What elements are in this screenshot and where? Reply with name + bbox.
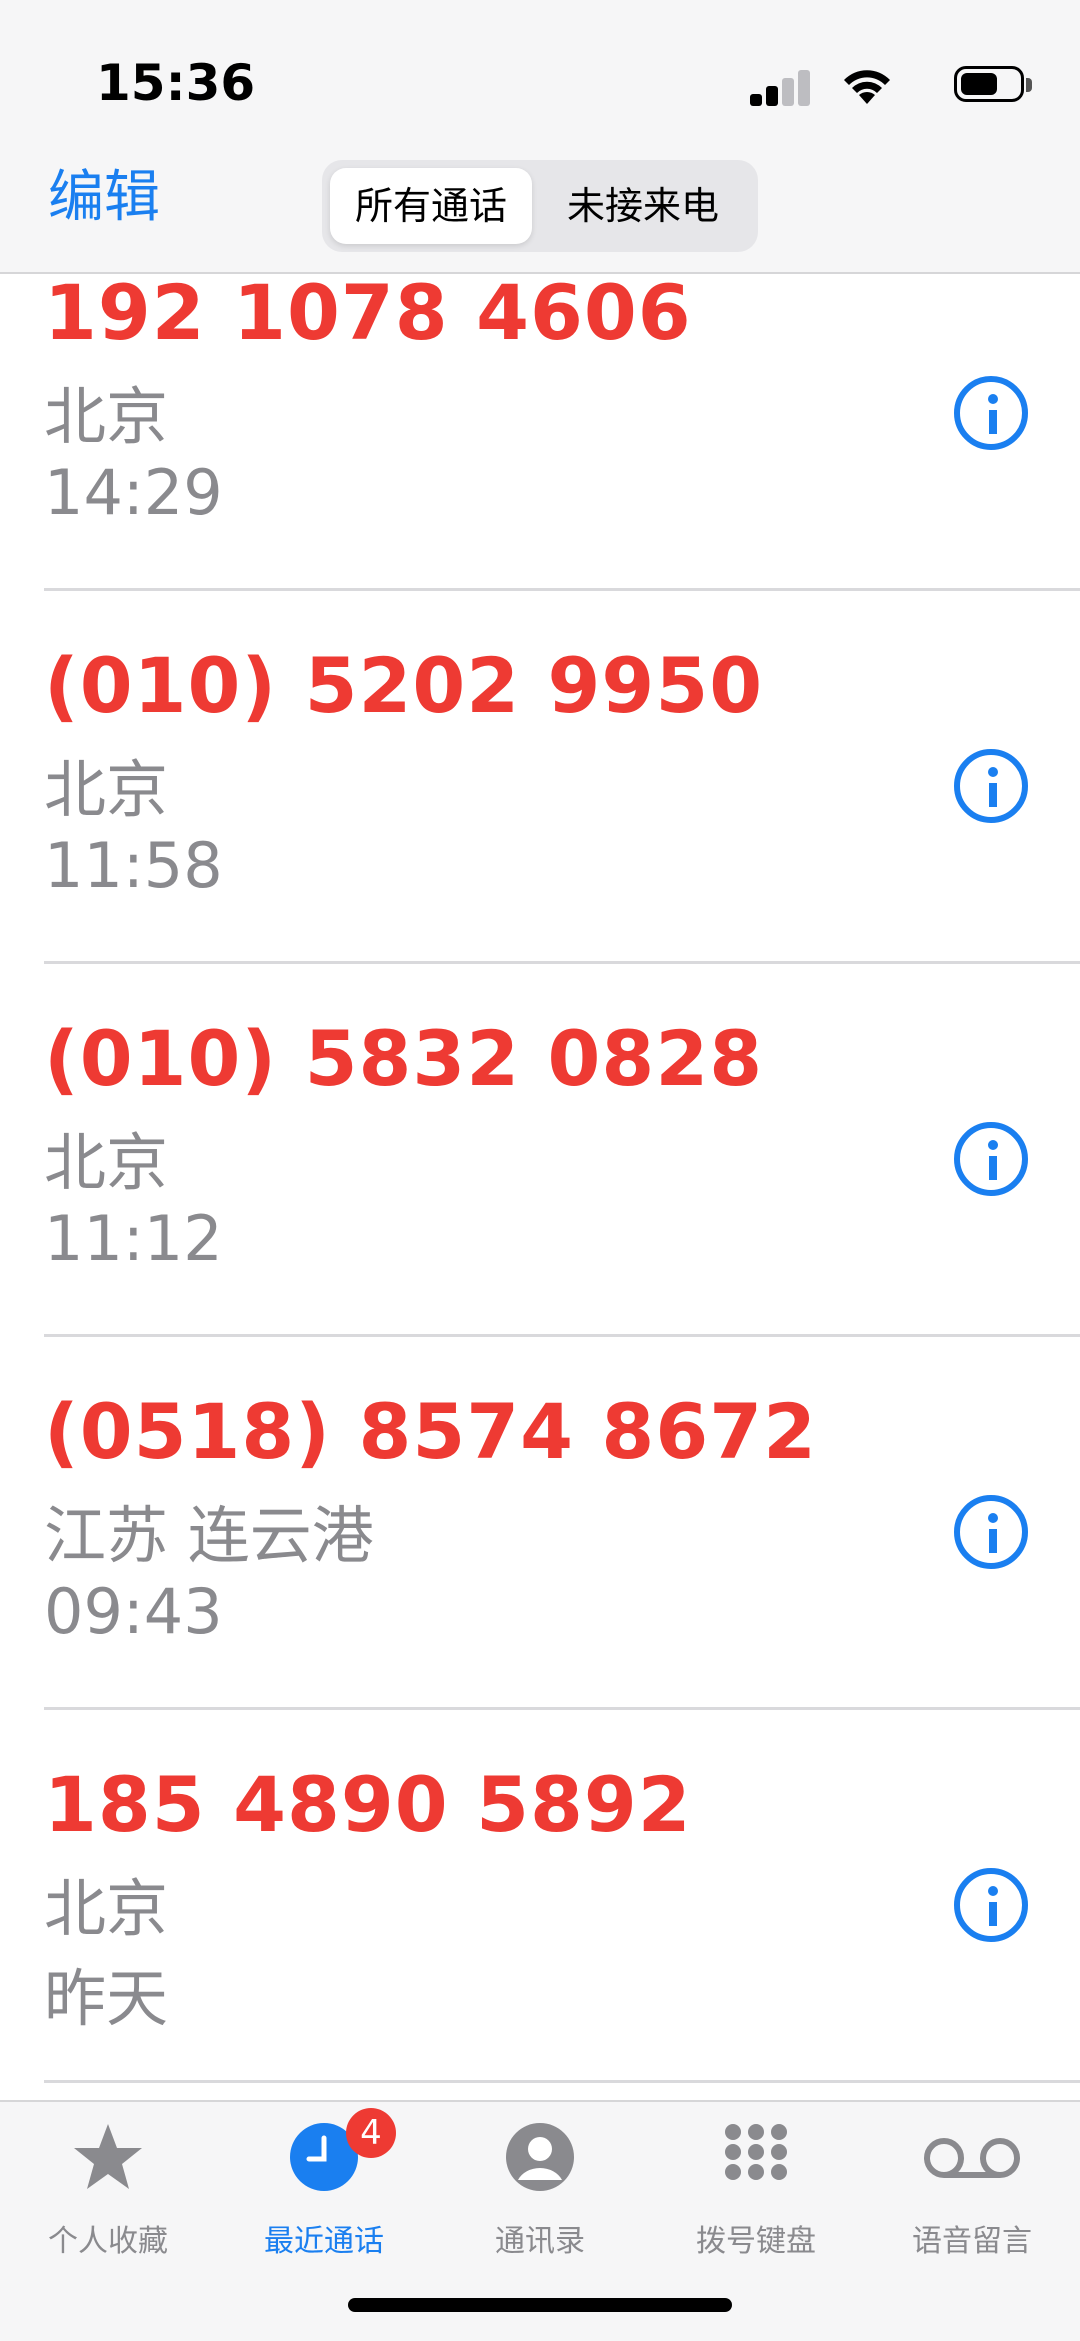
cellular-signal-icon: [750, 70, 814, 106]
call-location: 北京: [44, 1872, 169, 1945]
call-time: 昨天: [44, 1962, 169, 2035]
tab-label: 通讯录: [495, 2224, 585, 2259]
tab-label: 拨号键盘: [696, 2224, 816, 2259]
info-icon[interactable]: [954, 1868, 1028, 1942]
call-number: 192 1078 4606: [44, 272, 692, 357]
call-time: 11:58: [44, 829, 223, 902]
info-icon[interactable]: [954, 749, 1028, 823]
call-number: (010) 5832 0828: [44, 1014, 764, 1103]
tab-favorites[interactable]: 个人收藏: [0, 2120, 216, 2259]
call-time: 11:12: [44, 1202, 223, 1275]
tab-voicemail[interactable]: 语音留言: [864, 2120, 1080, 2259]
call-location: 北京: [44, 380, 169, 453]
tab-recents[interactable]: 4 最近通话: [216, 2108, 432, 2259]
status-icons: [732, 56, 1032, 116]
call-location: 江苏 连云港: [44, 1499, 374, 1572]
info-icon[interactable]: [954, 1495, 1028, 1569]
status-time: 15:36: [96, 54, 256, 112]
battery-icon: [954, 66, 1024, 102]
call-row[interactable]: (010) 5202 9950 北京 11:58: [0, 591, 1080, 964]
tab-label: 语音留言: [912, 2224, 1032, 2259]
home-indicator[interactable]: [348, 2298, 732, 2312]
star-icon: [74, 2124, 142, 2189]
call-number: (010) 5202 9950: [44, 641, 764, 730]
call-row[interactable]: 185 4890 5892 北京 昨天: [0, 1710, 1080, 2083]
call-number: 185 4890 5892: [44, 1760, 692, 1849]
tab-keypad[interactable]: 拨号键盘: [648, 2120, 864, 2259]
call-number: (0518) 8574 8672: [44, 1387, 817, 1476]
missed-calls-badge: 4: [346, 2108, 396, 2158]
tab-label: 最近通话: [264, 2224, 384, 2259]
battery-cap: [1026, 78, 1032, 92]
call-location: 北京: [44, 753, 169, 826]
row-divider: [44, 2080, 1080, 2083]
call-time: 09:43: [44, 1575, 223, 1648]
call-time: 14:29: [44, 456, 223, 529]
tab-label: 个人收藏: [48, 2224, 168, 2259]
top-bar: 15:36 编辑 所有通话 未接来电: [0, 0, 1080, 274]
tab-all-calls[interactable]: 所有通话: [330, 168, 532, 244]
info-icon[interactable]: [954, 376, 1028, 450]
person-icon: [506, 2123, 574, 2191]
call-row[interactable]: (0518) 8574 8672 江苏 连云港 09:43: [0, 1337, 1080, 1710]
keypad-icon: [725, 2124, 787, 2192]
tab-contacts[interactable]: 通讯录: [432, 2120, 648, 2259]
recent-calls-list[interactable]: 192 1078 4606 北京 14:29 (010) 5202 9950 北…: [0, 272, 1080, 2100]
call-filter-segmented-control: 所有通话 未接来电: [322, 160, 758, 252]
info-icon[interactable]: [954, 1122, 1028, 1196]
edit-button[interactable]: 编辑: [48, 168, 160, 228]
call-location: 北京: [44, 1126, 169, 1199]
call-row[interactable]: (010) 5832 0828 北京 11:12: [0, 964, 1080, 1337]
tab-missed-calls[interactable]: 未接来电: [536, 168, 750, 244]
voicemail-icon: [924, 2138, 1020, 2178]
call-row[interactable]: 192 1078 4606 北京 14:29: [0, 272, 1080, 591]
wifi-icon: [844, 70, 890, 104]
